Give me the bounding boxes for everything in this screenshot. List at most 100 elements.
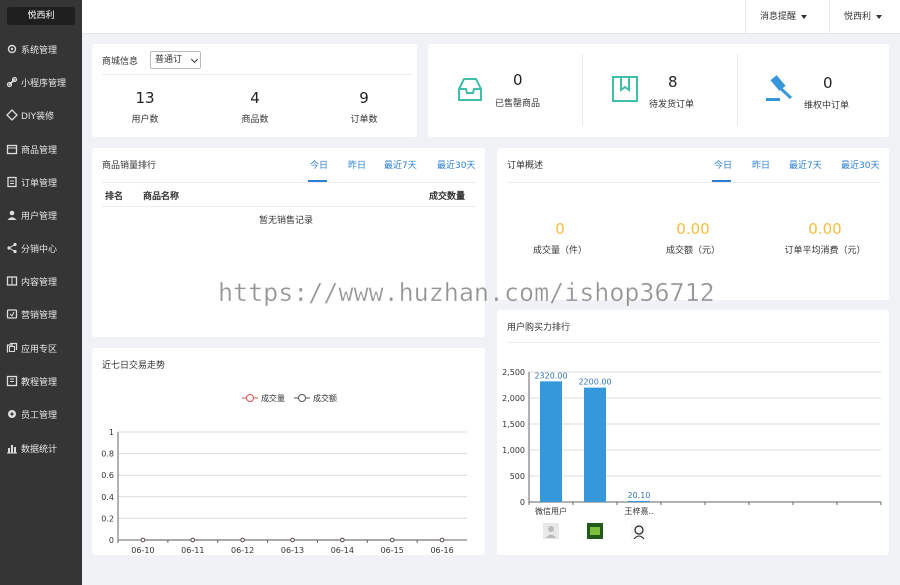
legend-item[interactable]: 成交量 — [242, 393, 285, 403]
bar-value-label: 2320.00 — [534, 371, 567, 380]
pending-shipment-value: 8 — [668, 73, 678, 91]
y-tick-label: 0.2 — [101, 514, 114, 523]
data-point — [340, 537, 345, 543]
diamond-icon — [6, 109, 18, 121]
tab-last-7-days[interactable]: 最近7天 — [384, 158, 417, 171]
bar-value-label: 2200.00 — [578, 378, 611, 387]
volume-value: 0 — [555, 220, 565, 238]
bar-value-label: 20.10 — [628, 491, 651, 500]
divider — [102, 206, 476, 207]
x-tick-label: 微信用户 — [535, 506, 567, 516]
order-count-label: 订单数 — [350, 115, 378, 125]
sidebar-item-label: 订单管理 — [21, 178, 58, 189]
data-point — [240, 537, 245, 543]
notifications-dropdown[interactable]: 消息提醒 — [745, 0, 829, 34]
x-tick-label: 06-11 — [181, 546, 204, 555]
user-avatar — [543, 523, 559, 539]
gavel-icon — [766, 75, 793, 101]
legend-marker — [298, 394, 306, 402]
user-avatar — [631, 523, 647, 540]
sidebar-item-diamond[interactable]: DIY装修 — [0, 104, 82, 126]
order-type-select[interactable]: 普通订 — [150, 51, 201, 69]
bar[interactable] — [584, 387, 606, 502]
share-icon — [7, 242, 17, 254]
product-count-label: 商品数 — [241, 115, 269, 125]
notifications-label: 消息提醒 — [760, 12, 797, 22]
sidebar-item-link[interactable]: 小程序管理 — [0, 71, 82, 93]
sidebar-item-apps[interactable]: 应用专区 — [0, 337, 82, 359]
user-avatar — [587, 523, 603, 539]
watermark: https://www.huzhan.com/ishop36712 — [218, 278, 715, 308]
sidebar-item-label: 教程管理 — [21, 377, 58, 388]
user-icon — [7, 210, 17, 220]
sidebar-item-order[interactable]: 订单管理 — [0, 171, 82, 193]
sidebar-item-box[interactable]: 商品管理 — [0, 138, 82, 160]
sidebar-item-book[interactable]: 教程管理 — [0, 370, 82, 392]
divider — [737, 54, 738, 126]
user-name: 悦西利 — [844, 12, 872, 22]
y-tick-label: 0.4 — [101, 493, 114, 502]
tab-last-30-days[interactable]: 最近30天 — [841, 158, 879, 171]
sidebar-item-staff[interactable]: 员工管理 — [0, 403, 82, 425]
tab-today[interactable]: 今日 — [714, 158, 732, 171]
y-tick-label: 0 — [109, 536, 114, 545]
buying-power-bar-chart: 0 500 1,000 1,500 2,000 2,500 2320.00 微信用户 2200.… — [502, 368, 882, 540]
bar[interactable] — [628, 500, 650, 502]
sidebar-item-share[interactable]: 分销中心 — [0, 237, 82, 259]
avg-label: 订单平均消费（元） — [784, 246, 866, 256]
x-tick-label: 06-13 — [281, 546, 304, 555]
y-tick-label: 0 — [520, 498, 525, 507]
sidebar-item-user[interactable]: 用户管理 — [0, 204, 82, 226]
column-quantity: 成交数量 — [429, 192, 466, 202]
bar[interactable] — [540, 381, 562, 502]
staff-icon — [8, 410, 16, 418]
sidebar: 悦西利 系统管理小程序管理 DIY装修商品管理订单管理用户管理分销中心内容管理营销… — [0, 0, 82, 585]
tab-last-30-days[interactable]: 最近30天 — [437, 158, 475, 171]
user-menu[interactable]: 悦西利 — [829, 0, 900, 34]
link-icon — [6, 76, 18, 88]
brand-logo[interactable]: 悦西利 — [7, 7, 75, 25]
divider — [582, 54, 583, 126]
user-count-value: 13 — [135, 89, 155, 107]
tab-yesterday[interactable]: 昨日 — [752, 158, 770, 171]
product-count-value: 4 — [250, 89, 260, 107]
trend-title: 近七日交易走势 — [102, 361, 166, 371]
tab-yesterday[interactable]: 昨日 — [348, 158, 366, 171]
legend-label: 成交额 — [313, 393, 337, 403]
trend-line-chart: 成交量 成交额 0 0.2 0.4 0.6 0.8 1 06-10 06-11 06-12 06-13… — [101, 393, 467, 555]
x-tick-label: 06-16 — [430, 546, 453, 555]
sidebar-item-label: 应用专区 — [21, 344, 58, 355]
sidebar-item-label: 商品管理 — [21, 145, 58, 156]
divider — [102, 182, 476, 183]
avg-value: 0.00 — [808, 220, 842, 238]
dispute-label: 维权中订单 — [804, 101, 850, 111]
tab-last-7-days[interactable]: 最近7天 — [789, 158, 822, 171]
sidebar-item-gear[interactable]: 系统管理 — [0, 38, 82, 60]
divider — [507, 342, 881, 343]
sidebar-item-label: DIY装修 — [21, 111, 55, 122]
dispute-value: 0 — [823, 74, 833, 92]
order-overview-title: 订单概述 — [507, 161, 544, 171]
content-icon — [6, 276, 18, 286]
sidebar-item-chart[interactable]: 数据统计 — [0, 437, 82, 459]
tab-today[interactable]: 今日 — [310, 158, 328, 171]
select-value: 普通订 — [155, 55, 183, 65]
sidebar-item-marketing[interactable]: 营销管理 — [0, 303, 82, 325]
chevron-down-icon — [801, 14, 808, 19]
y-tick-label: 0.6 — [101, 471, 114, 480]
book-icon — [6, 375, 18, 387]
data-point — [439, 537, 445, 543]
top-bar: 消息提醒 悦西利 — [82, 0, 900, 34]
sidebar-item-label: 用户管理 — [21, 211, 58, 222]
sidebar-item-label: 员工管理 — [21, 410, 58, 421]
y-tick-label: 1,500 — [502, 420, 525, 429]
sidebar-item-label: 系统管理 — [21, 45, 58, 56]
volume-label: 成交量（件） — [532, 246, 587, 256]
sidebar-item-label: 分销中心 — [21, 244, 58, 255]
data-point — [190, 537, 196, 543]
buying-power-title: 用户购买力排行 — [507, 323, 571, 333]
legend-item[interactable]: 成交额 — [294, 393, 337, 403]
sidebar-item-content[interactable]: 内容管理 — [0, 270, 82, 292]
x-tick-label: 06-10 — [131, 546, 154, 555]
x-tick-label: 06-15 — [381, 546, 404, 555]
